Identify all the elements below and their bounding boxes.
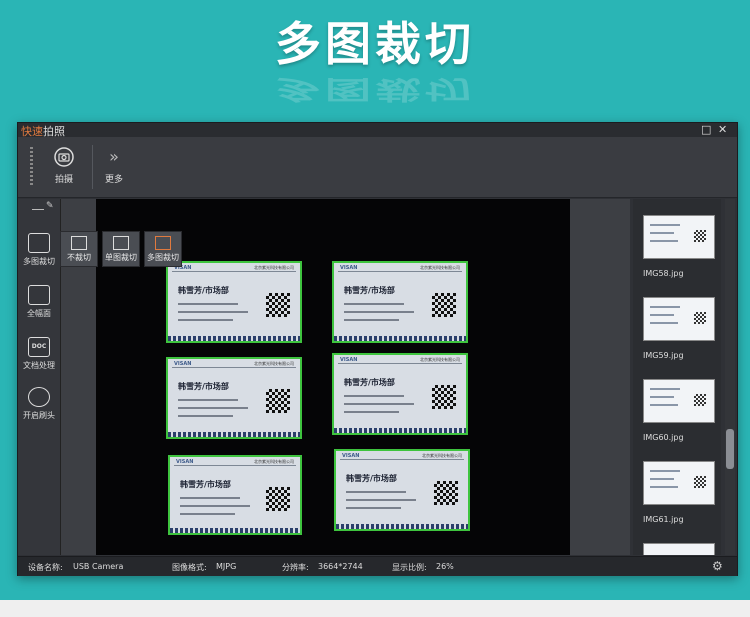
card-company: 北京紫光科技有限公司: [420, 265, 460, 270]
crop-mode-menu: 不裁切 单图裁切 多图裁切: [60, 231, 186, 267]
card-name: 韩雪芳/市场部: [178, 286, 229, 295]
resolution-label: 分辨率:: [282, 563, 309, 572]
capture-label: 拍摄: [54, 175, 73, 185]
qr-code: [266, 293, 290, 317]
thumbnail-item[interactable]: [643, 543, 715, 555]
thumbnail-item[interactable]: IMG59.jpg: [643, 297, 715, 360]
tool-camera-toggle[interactable]: 开启刷头: [18, 387, 60, 421]
card-logo: VISAN: [176, 459, 194, 465]
card-crop-region[interactable]: VISAN 北京紫光科技有限公司 韩雪芳/市场部: [166, 261, 302, 343]
toolbar-separator: [92, 145, 93, 189]
card-name: 韩雪芳/市场部: [344, 286, 395, 295]
card-crop-region[interactable]: VISAN 北京紫光科技有限公司 韩雪芳/市场部: [332, 353, 468, 435]
thumbnail-image: [643, 215, 715, 259]
format-label: 图像格式:: [172, 563, 207, 572]
thumbnail-image: [643, 461, 715, 505]
resolution-value: 3664*2744: [318, 562, 363, 571]
multi-crop-icon: [28, 233, 50, 253]
tool-label: 开启刷头: [23, 411, 55, 420]
thumbnail-item[interactable]: IMG58.jpg: [643, 215, 715, 278]
page-bottom-band: [0, 600, 750, 617]
card-crop-region[interactable]: VISAN 北京紫光科技有限公司 韩雪芳/市场部: [168, 455, 302, 535]
tool-label: 文档处理: [23, 361, 55, 370]
thumbnail-filename: IMG58.jpg: [643, 269, 684, 278]
card-company: 北京紫光科技有限公司: [254, 361, 294, 366]
more-button[interactable]: » 更多: [94, 143, 134, 191]
card-company: 北京紫光科技有限公司: [254, 265, 294, 270]
crop-option-label: 不裁切: [67, 253, 91, 262]
toolbar-grip[interactable]: [30, 147, 33, 187]
banner-title-reflection: 多图裁切: [275, 74, 475, 105]
qr-code: [432, 293, 456, 317]
banner-title: 多图裁切: [275, 17, 475, 71]
thumbnail-scrollbar[interactable]: [725, 199, 735, 555]
qr-code: [266, 487, 290, 511]
card-name: 韩雪芳/市场部: [180, 480, 231, 489]
thumbnail-image: [643, 379, 715, 423]
thumbnail-item[interactable]: IMG61.jpg: [643, 461, 715, 524]
card-crop-region[interactable]: VISAN 北京紫光科技有限公司 韩雪芳/市场部: [332, 261, 468, 343]
thumbnail-list: IMG58.jpg IMG59.jpg IMG60.jpg IMG61.jpg: [633, 199, 721, 555]
multi-crop-icon: [155, 236, 171, 250]
tool-multi-crop[interactable]: 多图裁切: [18, 233, 60, 267]
card-name: 韩雪芳/市场部: [344, 378, 395, 387]
card-company: 北京紫光科技有限公司: [420, 357, 460, 362]
more-label: 更多: [104, 175, 123, 185]
qr-code: [432, 385, 456, 409]
ratio-value: 26%: [436, 562, 454, 571]
scrollbar-thumb[interactable]: [726, 429, 734, 469]
card-crop-region[interactable]: VISAN 北京紫光科技有限公司 韩雪芳/市场部: [334, 449, 470, 531]
card-company: 北京紫光科技有限公司: [254, 459, 294, 464]
thumbnail-filename: IMG61.jpg: [643, 515, 684, 524]
multi-crop-button[interactable]: 多图裁切: [144, 231, 182, 267]
no-crop-button[interactable]: 不裁切: [60, 231, 98, 267]
tool-full-frame[interactable]: 全幅面: [18, 285, 60, 319]
close-button[interactable]: ✕: [718, 123, 727, 136]
pin-icon[interactable]: ✎: [46, 201, 54, 211]
tool-label: 全幅面: [27, 309, 51, 318]
thumbnail-filename: IMG59.jpg: [643, 351, 684, 360]
card-logo: VISAN: [340, 357, 358, 363]
crop-option-label: 多图裁切: [147, 253, 179, 262]
no-crop-icon: [71, 236, 87, 250]
collapse-icon[interactable]: [32, 209, 44, 210]
toolbar: 拍摄 » 更多: [18, 137, 737, 198]
single-crop-button[interactable]: 单图裁切: [102, 231, 140, 267]
card-name: 韩雪芳/市场部: [346, 474, 397, 483]
ratio-label: 显示比例:: [392, 563, 427, 572]
maximize-button[interactable]: □: [701, 123, 711, 136]
qr-code: [434, 481, 458, 505]
card-logo: VISAN: [342, 453, 360, 459]
thumbnail-item[interactable]: IMG60.jpg: [643, 379, 715, 442]
app-window: 快速拍照 □ ✕ 拍摄 » 更多 ✎ 多图裁切 全幅面 DOC 文档处理 开启刷…: [17, 122, 738, 576]
card-logo: VISAN: [340, 265, 358, 271]
double-chevron-icon: »: [109, 147, 119, 166]
card-crop-region[interactable]: VISAN 北京紫光科技有限公司 韩雪芳/市场部: [166, 357, 302, 439]
thumbnail-filename: IMG60.jpg: [643, 433, 684, 442]
device-value: USB Camera: [73, 562, 124, 571]
qr-code: [266, 389, 290, 413]
thumbnail-image: [643, 297, 715, 341]
camera-toggle-icon: [28, 387, 50, 407]
card-logo: VISAN: [174, 361, 192, 367]
tool-doc-process[interactable]: DOC 文档处理: [18, 337, 60, 371]
preview-right-margin: [570, 199, 630, 555]
single-crop-icon: [113, 236, 129, 250]
left-tool-panel: ✎ 多图裁切 全幅面 DOC 文档处理 开启刷头: [18, 199, 61, 555]
card-company: 北京紫光科技有限公司: [422, 453, 462, 458]
camera-icon: [54, 147, 74, 167]
format-value: MJPG: [216, 562, 237, 571]
tool-label: 多图裁切: [23, 257, 55, 266]
full-frame-icon: [28, 285, 50, 305]
thumbnail-image: [643, 543, 715, 555]
gear-icon[interactable]: ⚙: [712, 559, 723, 573]
title-bar: 快速拍照 □ ✕: [18, 123, 737, 138]
status-bar: 设备名称: USB Camera 图像格式: MJPG 分辨率: 3664*27…: [18, 556, 737, 576]
capture-button[interactable]: 拍摄: [44, 143, 84, 191]
crop-option-label: 单图裁切: [105, 253, 137, 262]
device-label: 设备名称:: [28, 563, 63, 572]
doc-process-icon: DOC: [28, 337, 50, 357]
promo-banner: 多图裁切 多图裁切: [0, 0, 750, 120]
card-name: 韩雪芳/市场部: [178, 382, 229, 391]
